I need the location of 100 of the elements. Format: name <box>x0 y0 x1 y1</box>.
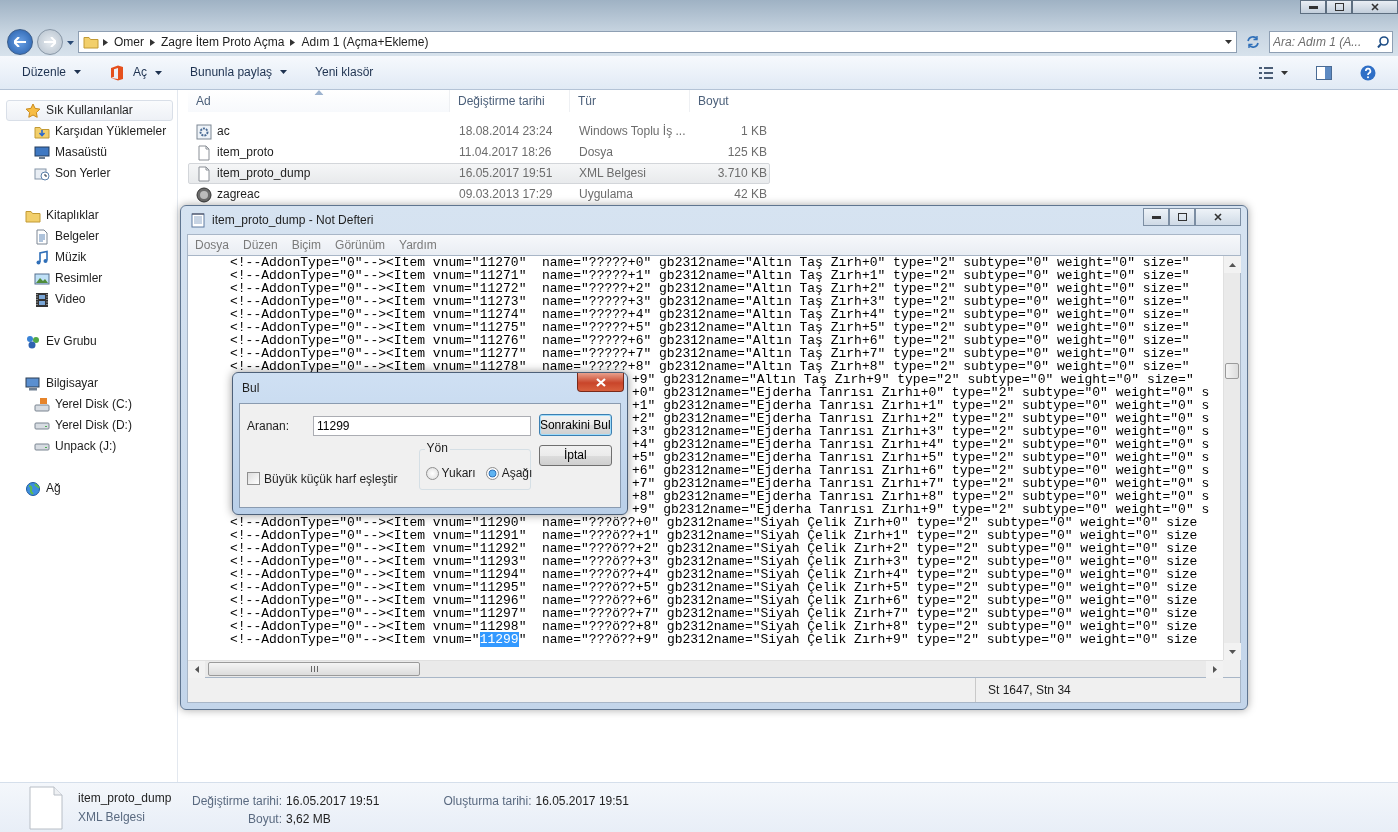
file-row[interactable]: zagreac 09.03.2013 17:29 Uygulama 42 KB <box>188 184 770 205</box>
file-name: item_proto_dump <box>217 166 311 181</box>
nav-item[interactable]: Karşıdan Yüklemeler <box>6 121 173 142</box>
search-field[interactable]: Ara: Adım 1 (A... <box>1269 31 1393 53</box>
radio-button[interactable] <box>485 467 499 480</box>
detail-value: 3,62 MB <box>286 812 332 827</box>
nav-item[interactable]: Yerel Disk (D:) <box>6 415 173 436</box>
detail-label: Değiştirme tarihi: <box>192 794 283 809</box>
code-line: <!--AddonType="0"--><Item vnum="11293" name="???ö??+3" gb2312name="Siyah Çelik Zırh+3" type="2" subtype="0" weight="0" size <box>230 555 1198 568</box>
code-line: <!--AddonType="0"--><Item vnum="11298" name="???ö??+8" gb2312name="Siyah Çelik Zırh+8" type="2" subtype="0" weight="0" size <box>230 620 1198 633</box>
file-type: Windows Toplu İş ... <box>578 124 687 139</box>
menu-item[interactable]: Yardım <box>392 237 444 253</box>
folder-icon <box>83 34 99 50</box>
code-line: <!--AddonType="0"--><Item vnum="11276" name="?????+6" gb2312name="Altın Taş Zırh+6" type="2" subtype="0" weight="0" size=" <box>230 334 1190 347</box>
caret-icon <box>1281 70 1288 75</box>
cancel-button[interactable]: İptal <box>538 445 612 466</box>
nav-item[interactable]: Resimler <box>6 268 173 289</box>
nav-item[interactable]: Son Yerler <box>6 163 173 184</box>
breadcrumb-item[interactable]: Omer <box>112 34 146 50</box>
file-name: ac <box>217 124 230 139</box>
nav-item[interactable]: Video <box>6 289 173 310</box>
address-field[interactable]: Omer Zagre İtem Proto Açma Adım 1 (Açma+Ekleme) <box>78 31 1237 53</box>
caret-icon <box>280 70 288 75</box>
code-line: +9" gb2312name="Ejderha Tanrısı Zırhı+9" type="2" subtype="0" weight="0" s <box>632 503 1210 516</box>
file-row[interactable]: item_proto_dump 16.05.2017 19:51 XML Belgesi 3.710 KB <box>188 163 770 184</box>
detail-label: Oluşturma tarihi: <box>443 794 532 809</box>
menu-item[interactable]: Dosya <box>188 237 236 253</box>
maximize-button[interactable] <box>1326 0 1352 14</box>
chevron-icon <box>150 38 155 46</box>
preview-pane-icon <box>1316 65 1332 80</box>
nav-item[interactable]: Unpack (J:) <box>6 436 173 457</box>
scrollbar-thumb[interactable] <box>1225 363 1239 379</box>
refresh-icon <box>1245 35 1261 49</box>
menu-item[interactable]: Düzen <box>236 237 285 253</box>
close-button[interactable] <box>1352 0 1398 14</box>
file-type: XML Belgesi <box>578 166 647 181</box>
code-line: +9" gb2312name="Altın Taş Zırh+9" type="2" subtype="0" weight="0" size=" <box>632 373 1194 386</box>
film-icon <box>34 291 50 308</box>
horizontal-scrollbar[interactable] <box>188 660 1223 677</box>
file-size: 125 KB <box>726 145 768 160</box>
code-line: <!--AddonType="0"--><Item vnum="11296" name="???ö??+6" gb2312name="Siyah Çelik Zırh+6" type="2" subtype="0" weight="0" size <box>230 594 1198 607</box>
column-header[interactable]: Boyut <box>690 90 770 112</box>
code-line: <!--AddonType="0"--><Item vnum="11299" name="???ö??+9" gb2312name="Siyah Çelik Zırh+9" type="2" subtype="0" weight="0" size <box>230 633 1198 646</box>
caret-icon <box>74 70 82 75</box>
code-line: <!--AddonType="0"--><Item vnum="11292" name="???ö??+2" gb2312name="Siyah Çelik Zırh+2" type="2" subtype="0" weight="0" size <box>230 542 1198 555</box>
column-header[interactable]: Değiştirme tarihi <box>450 90 570 112</box>
file-size: 1 KB <box>740 124 768 139</box>
code-line: <!--AddonType="0"--><Item vnum="11273" name="?????+3" gb2312name="Altın Taş Zırh+3" type="2" subtype="0" weight="0" size=" <box>230 295 1190 308</box>
code-line: <!--AddonType="0"--><Item vnum="11294" name="???ö??+4" gb2312name="Siyah Çelik Zırh+4" type="2" subtype="0" weight="0" size <box>230 568 1198 581</box>
scrollbar-thumb[interactable] <box>208 662 420 676</box>
nav-item[interactable]: Müzik <box>6 247 173 268</box>
radio-button[interactable] <box>425 467 439 480</box>
breadcrumb-item[interactable]: Zagre İtem Proto Açma <box>159 34 287 50</box>
nav-item[interactable]: Bilgisayar <box>6 373 173 394</box>
address-dropdown-button[interactable] <box>1225 40 1232 44</box>
minimize-button[interactable] <box>1143 208 1169 226</box>
back-button[interactable] <box>7 29 33 55</box>
file-row[interactable]: ac 18.08.2014 23:24 Windows Toplu İş ... 1 KB <box>188 121 770 142</box>
menu-item[interactable]: Biçim <box>284 237 329 253</box>
file-type: Dosya <box>578 145 614 160</box>
close-button[interactable] <box>577 373 624 392</box>
nav-item[interactable]: Ev Grubu <box>6 331 173 352</box>
vertical-scrollbar[interactable] <box>1223 256 1240 660</box>
file-row[interactable]: item_proto 11.04.2017 18:26 Dosya 125 KB <box>188 142 770 163</box>
detail-label: Boyut: <box>247 812 283 827</box>
menu-item[interactable]: Görünüm <box>328 237 393 253</box>
chevron-icon <box>103 38 108 46</box>
nav-item[interactable]: Kitaplıklar <box>6 205 173 226</box>
minimize-button[interactable] <box>1300 0 1326 14</box>
code-line: <!--AddonType="0"--><Item vnum="11272" name="?????+2" gb2312name="Altın Taş Zırh+2" type="2" subtype="0" weight="0" size=" <box>230 282 1190 295</box>
nav-item[interactable]: Yerel Disk (C:) <box>6 394 173 415</box>
code-line: <!--AddonType="0"--><Item vnum="11295" name="???ö??+5" gb2312name="Siyah Çelik Zırh+5" type="2" subtype="0" weight="0" size <box>230 581 1198 594</box>
maximize-icon <box>1177 213 1187 221</box>
radio-label: Yukarı <box>441 466 476 481</box>
toolbar-button[interactable]: Yeni klasör <box>303 62 386 83</box>
breadcrumb-item[interactable]: Adım 1 (Açma+Ekleme) <box>299 34 431 50</box>
toolbar-button[interactable]: Düzenle <box>10 62 94 83</box>
maximize-button[interactable] <box>1169 208 1195 226</box>
checkbox[interactable] <box>247 472 260 486</box>
scroll-down-icon <box>1229 649 1236 654</box>
column-header[interactable]: Tür <box>570 90 690 112</box>
toolbar-button[interactable]: Aç <box>97 61 175 84</box>
nav-item[interactable]: Belgeler <box>6 226 173 247</box>
column-header[interactable]: Ad <box>188 90 450 112</box>
file-type: Uygulama <box>578 187 635 202</box>
find-next-button[interactable]: Sonrakini Bul <box>538 414 612 436</box>
file-size: 42 KB <box>733 187 768 202</box>
drive-icon <box>34 396 50 413</box>
notepad-icon <box>190 212 206 228</box>
monitor-icon <box>25 375 41 392</box>
toolbar-button[interactable]: Bununla paylaş <box>178 62 300 83</box>
nav-item[interactable]: Masaüstü <box>6 142 173 163</box>
nav-item[interactable]: Ağ <box>6 478 173 499</box>
nav-item[interactable]: Sık Kullanılanlar <box>6 100 173 121</box>
scroll-up-icon <box>1229 262 1236 267</box>
document-icon <box>34 228 50 245</box>
code-line: <!--AddonType="0"--><Item vnum="11271" name="?????+1" gb2312name="Altın Taş Zırh+1" type="2" subtype="0" weight="0" size=" <box>230 269 1190 282</box>
code-line: +3" gb2312name="Ejderha Tanrısı Zırhı+3" type="2" subtype="0" weight="0" s <box>632 425 1210 438</box>
refresh-button[interactable] <box>1245 35 1261 49</box>
search-input[interactable]: 11299 <box>313 416 531 436</box>
